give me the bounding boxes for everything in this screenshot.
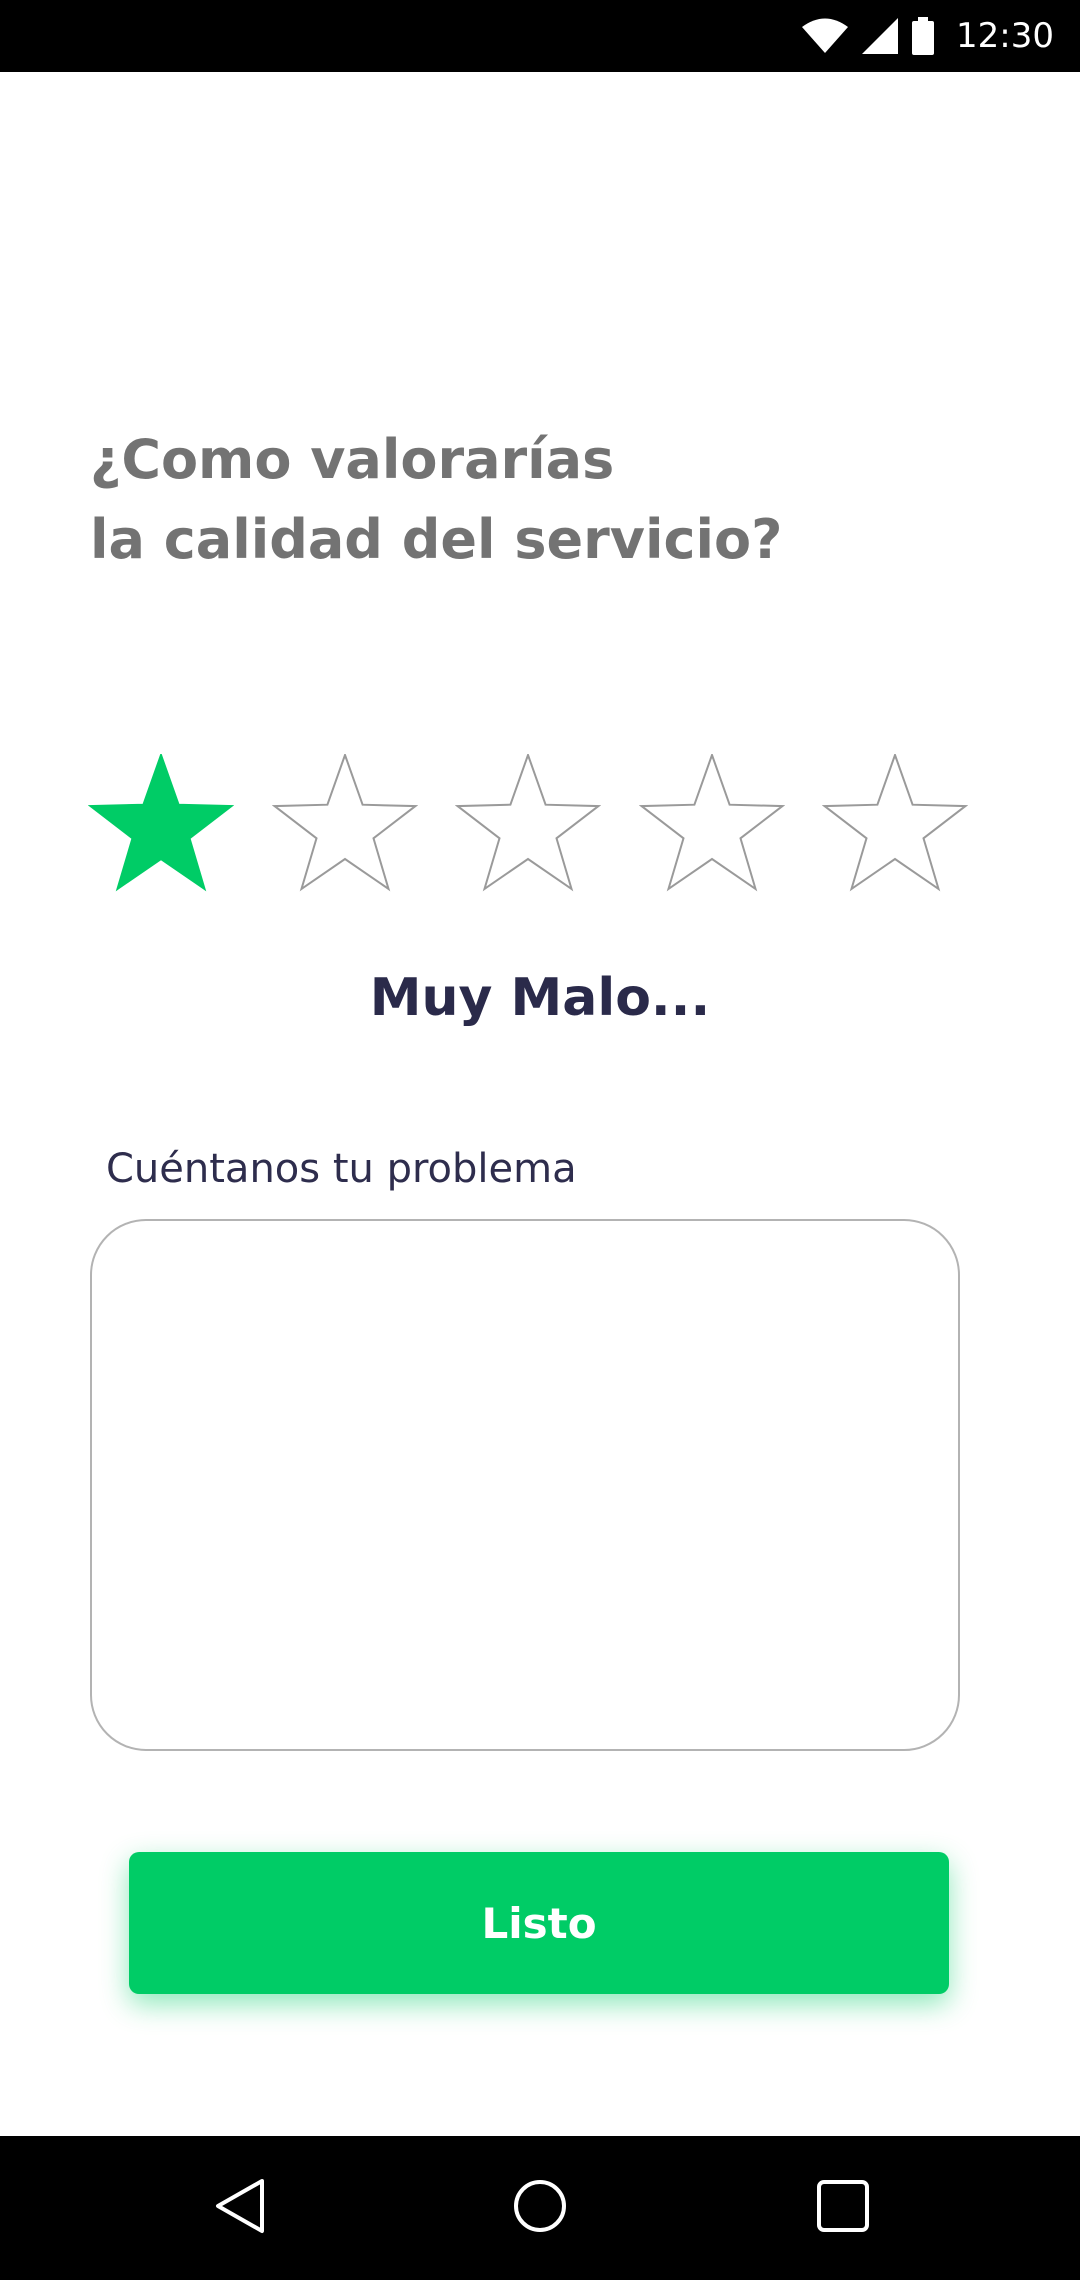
rating-label: Muy Malo... [369,968,711,1028]
done-button[interactable]: Listo [129,1852,949,1994]
question-line-1: ¿Como valorarías [90,428,615,491]
star-2-button[interactable] [271,754,418,894]
star-rating [88,754,968,894]
star-outline-icon [822,754,968,892]
star-outline-icon [455,754,601,892]
question-line-2: la calidad del servicio? [90,508,783,571]
navigation-bar [0,2136,1080,2280]
back-button[interactable] [170,2136,310,2280]
wifi-icon [802,18,849,54]
home-icon [512,2178,568,2238]
star-outline-icon [638,754,785,892]
problem-field-label: Cuéntanos tu problema [106,1146,577,1192]
star-3-button[interactable] [455,754,601,894]
star-1-button[interactable] [88,754,234,894]
status-time: 12:30 [956,16,1054,56]
recents-icon [816,2179,870,2237]
star-5-button[interactable] [822,754,968,894]
question-heading: ¿Como valorarías la calidad del servicio… [90,420,990,580]
status-icons: 12:30 [802,0,1054,72]
battery-icon [912,17,935,55]
problem-textarea[interactable] [90,1219,960,1751]
star-filled-icon [88,754,234,892]
star-outline-icon [271,754,418,892]
cellular-signal-icon [862,18,899,54]
star-4-button[interactable] [638,754,785,894]
home-button[interactable] [470,2136,610,2280]
status-bar: 12:30 [0,0,1080,72]
back-icon [214,2177,266,2239]
recents-button[interactable] [773,2136,913,2280]
